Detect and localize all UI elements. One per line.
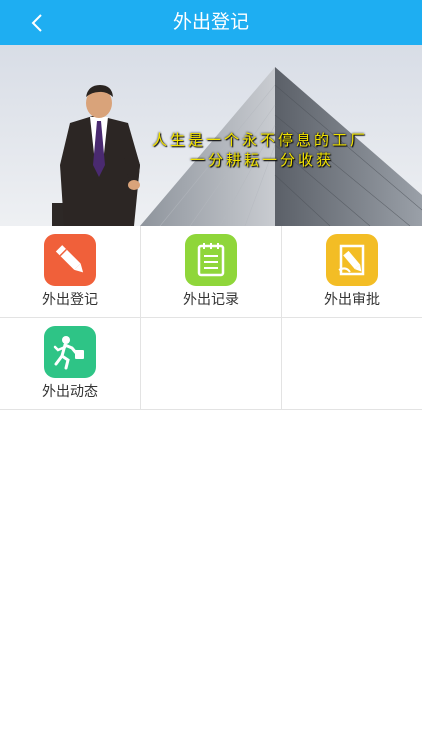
pencil-icon xyxy=(44,234,96,286)
menu-item-register[interactable]: 外出登记 xyxy=(0,226,141,318)
page-title: 外出登记 xyxy=(172,11,249,33)
notepad-icon xyxy=(185,234,237,286)
running-person-icon xyxy=(44,326,96,378)
menu-item-approval[interactable]: 外出审批 xyxy=(282,226,422,318)
top-bar: 外出登记 xyxy=(0,0,422,45)
menu-item-label: 外出记录 xyxy=(183,292,239,308)
menu-item-label: 外出登记 xyxy=(42,292,98,308)
banner-slogan-line2: 一分耕耘一分收获 xyxy=(190,151,335,169)
menu-item-label: 外出动态 xyxy=(42,384,98,400)
banner-slogan-line1: 人生是一个永不停息的工厂 xyxy=(152,131,369,149)
menu-grid: 外出登记 外出记录 外出审批 外出动态 xyxy=(0,226,422,411)
approval-icon xyxy=(326,234,378,286)
empty-cell xyxy=(141,318,282,410)
empty-cell xyxy=(282,318,422,410)
menu-item-records[interactable]: 外出记录 xyxy=(141,226,282,318)
menu-item-activity[interactable]: 外出动态 xyxy=(0,318,141,410)
banner-image: 人生是一个永不停息的工厂 一分耕耘一分收获 xyxy=(0,45,422,226)
menu-item-label: 外出审批 xyxy=(324,292,380,308)
